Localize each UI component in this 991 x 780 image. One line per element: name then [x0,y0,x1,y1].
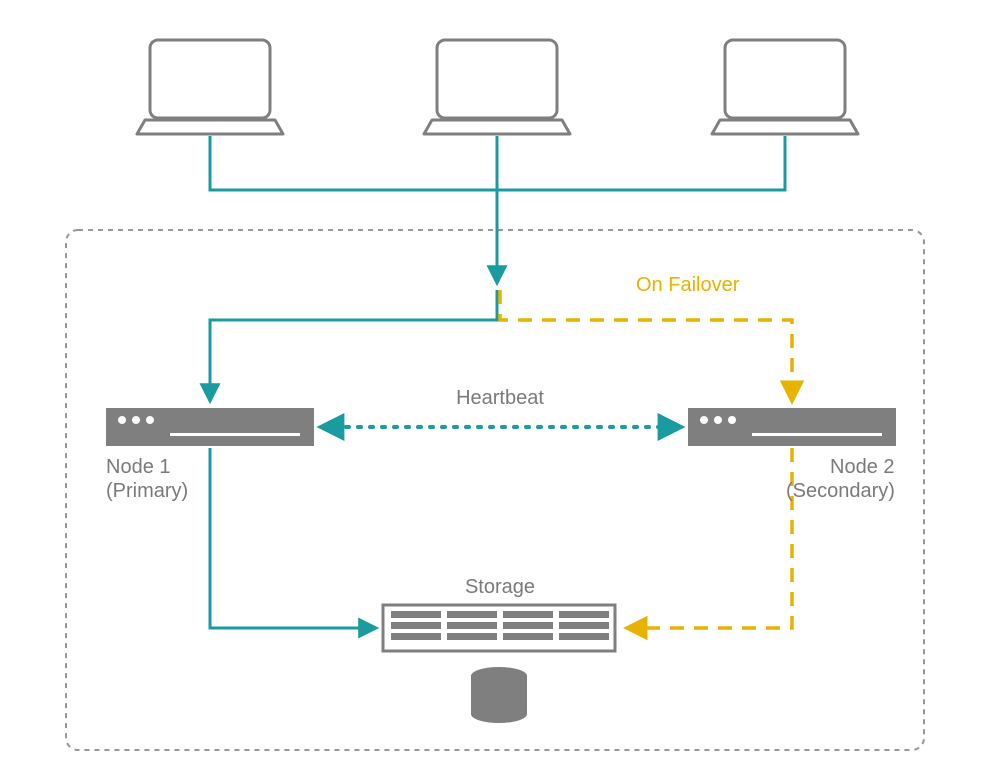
storage-rack [383,605,615,651]
failover-path [500,290,792,400]
node-1-server [106,408,314,446]
node1-label-line1: Node 1 [106,456,171,479]
database-icon [471,667,527,723]
failover-label: On Failover [636,274,739,297]
node1-to-storage [210,448,375,628]
node2-to-storage [628,448,792,628]
node2-label-line1: Node 2 [830,456,895,479]
node1-label-line2: (Primary) [106,480,188,503]
primary-path [210,290,497,400]
heartbeat-label: Heartbeat [456,387,544,410]
client-laptop-2 [424,40,570,134]
node-2-server [688,408,896,446]
client-laptop-3 [712,40,858,134]
failover-diagram: { "labels": { "failover": "On Failover",… [0,0,991,780]
client-laptop-1 [137,40,283,134]
node2-label-line2: (Secondary) [786,480,895,503]
storage-label: Storage [465,576,535,599]
